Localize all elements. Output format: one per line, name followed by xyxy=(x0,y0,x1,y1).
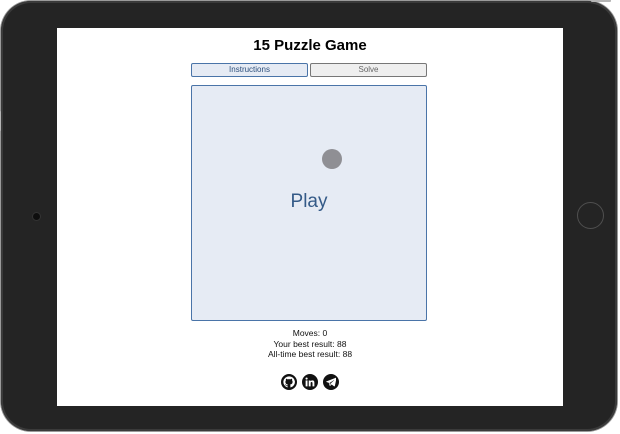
moves-count: Moves: 0 xyxy=(292,328,328,338)
instructions-button[interactable]: Instructions xyxy=(191,63,308,77)
page-title: 15 Puzzle Game xyxy=(253,37,367,54)
home-button[interactable] xyxy=(577,202,604,229)
social-links xyxy=(57,374,563,390)
volume-button xyxy=(0,111,1,131)
telegram-icon[interactable] xyxy=(323,374,339,390)
alltime-best-result: All-time best result: 88 xyxy=(267,349,353,359)
github-icon[interactable] xyxy=(281,374,297,390)
game-screen: 15 Puzzle Game Instructions Solve Play M… xyxy=(57,28,563,406)
cursor-dot-icon xyxy=(322,149,342,169)
power-button xyxy=(591,0,611,2)
stats-panel: Moves: 0 Your best result: 88 All-time b… xyxy=(57,328,563,360)
puzzle-board[interactable]: Play xyxy=(191,85,427,321)
camera-icon xyxy=(33,213,40,220)
linkedin-icon[interactable] xyxy=(302,374,318,390)
solve-button[interactable]: Solve xyxy=(310,63,427,77)
best-result: Your best result: 88 xyxy=(273,338,347,349)
play-label: Play xyxy=(290,191,328,212)
